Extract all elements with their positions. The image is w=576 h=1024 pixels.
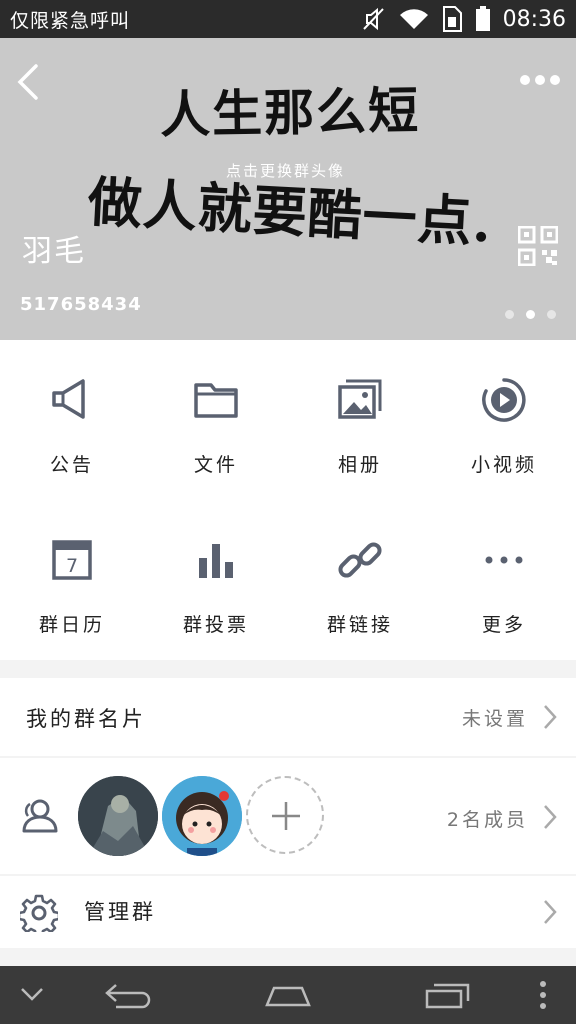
feature-link[interactable]: 群链接: [288, 500, 432, 660]
feature-announcement[interactable]: 公告: [0, 340, 144, 500]
row-title: 我的群名片: [26, 707, 146, 731]
page-dot: [505, 310, 514, 319]
feature-more[interactable]: 更多: [432, 500, 576, 660]
feature-label: 群投票: [182, 614, 249, 636]
feature-short-video[interactable]: 小视频: [432, 340, 576, 500]
megaphone-icon: [52, 379, 85, 419]
feature-label: 群日历: [38, 614, 105, 636]
member-avatar[interactable]: [162, 776, 242, 856]
group-id: 517658434: [20, 294, 142, 315]
bar-chart-icon: [199, 544, 233, 578]
calendar-icon: 7: [52, 540, 92, 580]
svg-text:7: 7: [66, 555, 78, 577]
recents-nav-icon[interactable]: [424, 982, 472, 1010]
manage-group-row[interactable]: 管理群: [0, 876, 576, 948]
chevron-right-icon: [544, 805, 557, 829]
members-icon: [22, 799, 58, 833]
clock: 08:36: [502, 6, 566, 32]
row-title: 管理群: [84, 900, 156, 924]
feature-album[interactable]: 相册: [288, 340, 432, 500]
feature-files[interactable]: 文件: [144, 340, 288, 500]
plus-icon: [272, 802, 300, 830]
battery-icon: [475, 6, 490, 31]
header-handwriting-line2: 做人就要酷一点.: [86, 169, 494, 255]
feature-vote[interactable]: 群投票: [144, 500, 288, 660]
album-icon: [338, 379, 382, 419]
feature-label: 相册: [337, 454, 382, 476]
page-indicator: [505, 310, 556, 319]
feature-label: 群链接: [326, 614, 393, 636]
menu-nav-icon[interactable]: [538, 980, 548, 1010]
more-options-icon[interactable]: [518, 68, 562, 92]
carrier-text: 仅限紧急呼叫: [10, 10, 131, 32]
mute-icon: [362, 7, 384, 31]
back-nav-icon[interactable]: [104, 982, 152, 1010]
feature-grid: 公告 文件 相册 小视频 7 群日历 群投票 群链接 更多: [0, 340, 576, 660]
wifi-icon: [399, 9, 428, 29]
feature-label: 更多: [481, 614, 526, 636]
system-nav-bar: [0, 966, 576, 1024]
my-group-card-row[interactable]: 我的群名片 未设置: [0, 678, 576, 756]
member-avatar[interactable]: [78, 776, 158, 856]
qr-code-icon[interactable]: [518, 226, 558, 266]
header-handwriting-line1: 人生那么短: [159, 80, 421, 145]
row-value: 未设置: [461, 708, 528, 730]
feature-calendar[interactable]: 7 群日历: [0, 500, 144, 660]
home-nav-icon[interactable]: [264, 984, 312, 1008]
chevron-right-icon: [544, 900, 557, 924]
chevron-right-icon: [544, 705, 557, 729]
add-member-button[interactable]: [246, 776, 324, 854]
more-icon: [485, 556, 523, 564]
back-icon[interactable]: [12, 62, 46, 102]
status-icons: 08:36: [361, 5, 566, 33]
members-row[interactable]: 2名成员: [0, 758, 576, 874]
group-header[interactable]: 人生那么短 点击更换群头像 做人就要酷一点. 羽毛 517658434: [0, 38, 576, 340]
hide-keyboard-icon[interactable]: [20, 986, 44, 1002]
feature-label: 公告: [49, 454, 94, 476]
link-icon: [338, 542, 382, 578]
avatar-image: [162, 776, 242, 856]
video-icon: [482, 378, 526, 422]
feature-label: 文件: [193, 454, 238, 476]
sim-icon: [442, 6, 462, 32]
avatar-image: [78, 776, 158, 856]
page-dot: [547, 310, 556, 319]
gear-icon: [20, 894, 58, 932]
feature-label: 小视频: [470, 454, 537, 476]
status-bar: 仅限紧急呼叫 08:36: [0, 0, 576, 38]
group-name: 羽毛: [22, 234, 86, 269]
page-dot-active: [526, 310, 535, 319]
folder-icon: [194, 383, 238, 418]
member-count: 2名成员: [446, 809, 528, 831]
